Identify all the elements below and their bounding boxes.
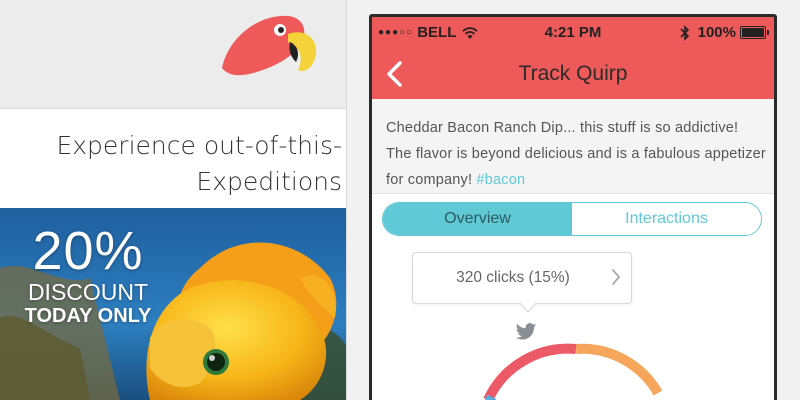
nav-bar: Track Quirp [372,49,774,99]
post-body: Cheddar Bacon Ranch Dip... this stuff is… [386,120,766,188]
discount-label: DISCOUNT [27,279,149,305]
page-title: Track Quirp [518,62,628,85]
right-phone-screen: ●●●○○ BELL 4:21 PM 100% Track Quirp Ched… [372,17,774,400]
bluetooth-icon [680,24,689,41]
left-phone-screen: Experience out-of-this- Expeditions 20% … [0,0,346,400]
discount-sublabel: TODAY ONLY [24,305,152,327]
donut-segment-red [483,343,577,400]
battery-level-fill [742,28,764,37]
clicks-tooltip-text: 320 clicks (15%) [456,269,570,286]
clicks-tooltip[interactable]: 320 clicks (15%) [412,252,632,304]
status-right: 100% [680,24,769,41]
chevron-right-icon [612,269,621,285]
hashtag-link[interactable]: #bacon [476,172,525,188]
discount-percent: 20% [32,221,144,281]
left-headline: Experience out-of-this- Expeditions [0,128,342,200]
headline-line-2: Expeditions [196,167,342,196]
status-bar: ●●●○○ BELL 4:21 PM 100% [372,17,774,49]
left-header-divider [0,108,346,109]
donut-segment-orange [575,343,663,396]
headline-line-1: Experience out-of-this- [56,131,342,160]
post-content: Cheddar Bacon Ranch Dip... this stuff is… [372,99,774,194]
tab-overview[interactable]: Overview [383,203,572,235]
view-tabs: Overview Interactions [382,202,762,236]
tab-interactions[interactable]: Interactions [572,203,761,235]
post-text: Cheddar Bacon Ranch Dip... this stuff is… [386,115,766,193]
battery-icon [740,26,769,39]
discount-promo: 20% DISCOUNT TODAY ONLY [0,222,176,328]
parrot-logo-icon [222,15,317,76]
twitter-icon [516,323,537,340]
right-phone-bezel: ●●●○○ BELL 4:21 PM 100% Track Quirp Ched… [369,14,777,400]
battery-percent: 100% [697,24,736,41]
tooltip-pointer [520,303,536,313]
